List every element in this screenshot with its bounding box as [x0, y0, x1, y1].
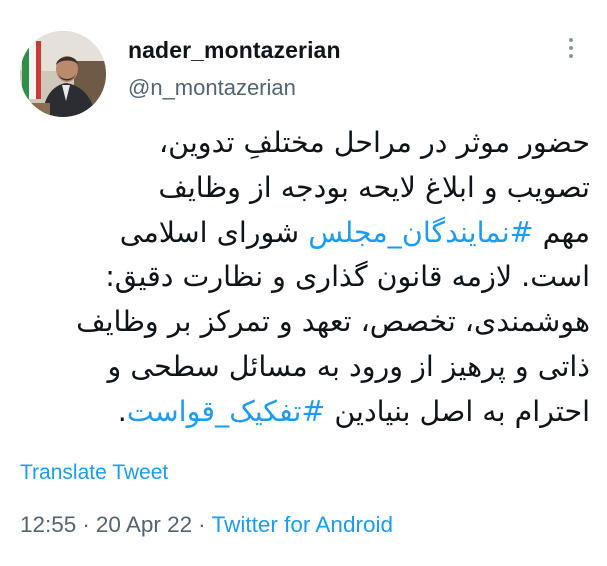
meta-separator: · [198, 512, 206, 537]
tweet-text-segment: تصویب و ابلاغ لایحه بودجه از وظایف [158, 170, 590, 204]
avatar[interactable] [20, 31, 106, 117]
more-vertical-icon[interactable] [561, 38, 581, 66]
tweet-text-line: تصویب و ابلاغ لایحه بودجه از وظایف [20, 166, 590, 211]
tweet-text-line: مهم #نمایندگان_مجلس شورای اسلامی [20, 211, 590, 256]
tweet-text-segment: احترام به اصل بنیادین [325, 394, 590, 428]
tweet-text-segment: است. لازمه قانون گذاری و نظارت دقیق: [105, 260, 590, 294]
tweet-text-segment: . [117, 394, 127, 428]
tweet-text-line: هوشمندی، تخصص، تعهد و تمرکز بر وظایف [20, 300, 590, 345]
tweet-text-segment: هوشمندی، تخصص، تعهد و تمرکز بر وظایف [76, 305, 590, 339]
tweet-date[interactable]: 20 Apr 22 [96, 512, 192, 537]
display-name[interactable]: nader_montazerian [128, 37, 341, 64]
tweet-text-segment: حضور موثر در مراحل مختلفِ تدوین، [158, 126, 590, 159]
meta-separator: · [82, 512, 90, 537]
tweet-text-line: حضور موثر در مراحل مختلفِ تدوین، [20, 121, 590, 166]
hashtag-link[interactable]: #تفکیک_قواست [127, 395, 325, 428]
profile-photo-icon [20, 31, 106, 117]
tweet-text-segment: ذاتی و پرهیز از ورود به مسائل سطحی و [107, 349, 590, 383]
tweet-meta: 12:55 · 20 Apr 22 · Twitter for Android [20, 512, 393, 538]
tweet-card: nader_montazerian @n_montazerian حضور مو… [0, 0, 607, 566]
tweet-text-segment: شورای اسلامی [119, 215, 309, 249]
tweet-text-line: است. لازمه قانون گذاری و نظارت دقیق: [20, 255, 590, 300]
tweet-text: حضور موثر در مراحل مختلفِ تدوین، تصویب و … [20, 121, 590, 435]
user-handle[interactable]: @n_montazerian [128, 75, 296, 101]
tweet-text-segment: مهم [533, 215, 590, 249]
tweet-text-line: احترام به اصل بنیادین #تفکیک_قواست. [20, 390, 590, 435]
hashtag-link[interactable]: #نمایندگان_مجلس [308, 216, 533, 249]
translate-tweet-link[interactable]: Translate Tweet [20, 461, 168, 485]
tweet-text-line: ذاتی و پرهیز از ورود به مسائل سطحی و [20, 345, 590, 390]
tweet-time[interactable]: 12:55 [20, 512, 76, 537]
tweet-source-link[interactable]: Twitter for Android [212, 512, 393, 537]
